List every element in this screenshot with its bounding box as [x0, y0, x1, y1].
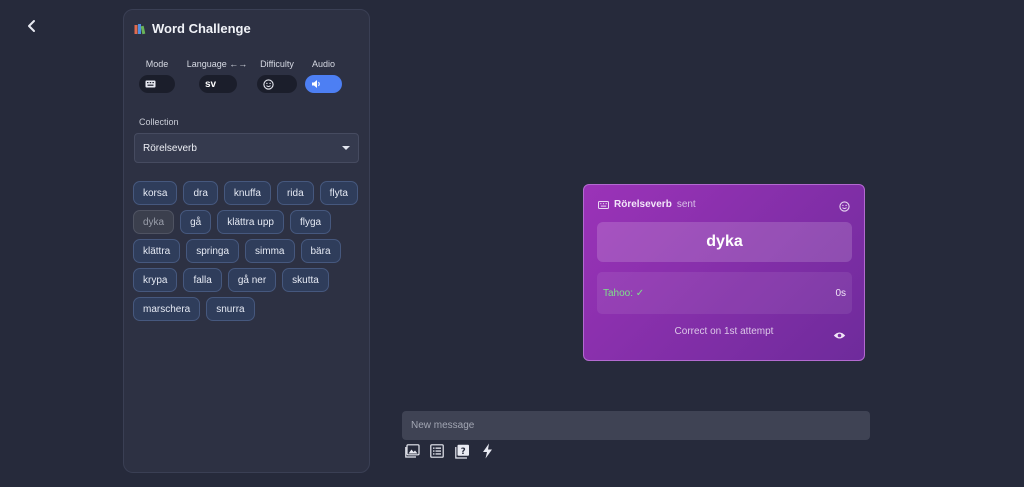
word-chip[interactable]: klättra	[133, 239, 181, 263]
result-time: 0s	[835, 287, 846, 299]
word-chip[interactable]: falla	[183, 268, 222, 292]
composer-toolbar: ?	[404, 443, 495, 459]
language-label: Language ←→	[186, 59, 248, 69]
language-control: Language ←→ sv	[185, 59, 249, 93]
audio-control: Audio	[305, 59, 342, 93]
difficulty-control: Difficulty	[257, 59, 297, 93]
mode-toggle[interactable]	[139, 75, 175, 93]
mode-label: Mode	[145, 59, 169, 69]
eye-icon[interactable]	[833, 327, 846, 345]
smiley-icon	[839, 199, 850, 217]
word-chip[interactable]: rida	[276, 181, 314, 205]
word-chip[interactable]: skutta	[282, 268, 329, 292]
books-icon	[134, 23, 146, 34]
chevron-left-icon	[28, 20, 35, 32]
collection-selected: Rörelseverb	[143, 142, 197, 154]
card-footer-text: Correct on 1st attempt	[674, 326, 774, 337]
word-list: korsa dra knuffa rida flyta dyka gå klättra upp…	[133, 181, 363, 321]
panel-title-text: Word Challenge	[152, 21, 251, 36]
word-chip[interactable]: gå	[180, 210, 212, 234]
panel-title: Word Challenge	[134, 21, 251, 36]
keyboard-icon	[145, 80, 156, 88]
word-chip[interactable]: flyta	[319, 181, 358, 205]
difficulty-toggle[interactable]	[257, 75, 297, 93]
message-input[interactable]	[402, 411, 870, 440]
word-chip[interactable]: flyga	[289, 210, 332, 234]
result-user: Tahoo: ✓	[603, 287, 645, 299]
result-row: Tahoo: ✓ 0s	[597, 272, 852, 314]
word-chip[interactable]: springa	[186, 239, 240, 263]
word-chip[interactable]: snurra	[206, 297, 255, 321]
speaker-icon	[312, 80, 320, 88]
collection-label: Collection	[139, 117, 179, 127]
word-challenge-panel: Word Challenge Mode Language ←→ sv Diffi…	[123, 9, 370, 473]
challenge-card: Rörelseverb sent dyka Tahoo: ✓ 0s Correc…	[583, 184, 865, 361]
list-icon[interactable]	[429, 443, 445, 459]
word-chip[interactable]: klättra upp	[217, 210, 284, 234]
word-chip[interactable]: gå ner	[227, 268, 277, 292]
mode-control: Mode	[139, 59, 175, 93]
image-icon[interactable]	[404, 443, 420, 459]
card-collection-name: Rörelseverb	[614, 199, 672, 210]
lightning-icon[interactable]	[479, 443, 495, 459]
back-button[interactable]	[22, 16, 42, 36]
svg-text:?: ?	[460, 446, 465, 456]
smiley-icon	[263, 78, 274, 90]
word-chip[interactable]: simma	[245, 239, 295, 263]
challenge-word: dyka	[597, 222, 852, 262]
word-chip[interactable]: korsa	[133, 181, 178, 205]
difficulty-label: Difficulty	[260, 59, 294, 69]
collection-select[interactable]: Rörelseverb	[134, 133, 359, 163]
chevron-down-icon	[342, 146, 350, 150]
card-sent-label: sent	[676, 199, 696, 210]
card-header: Rörelseverb sent	[598, 199, 696, 210]
word-chip[interactable]: marschera	[133, 297, 201, 321]
audio-label: Audio	[311, 59, 336, 69]
word-chip[interactable]: knuffa	[223, 181, 271, 205]
help-card-icon[interactable]: ?	[454, 443, 470, 459]
language-value: sv	[205, 78, 217, 90]
word-chip[interactable]: dyka	[133, 210, 175, 234]
word-chip[interactable]: dra	[183, 181, 218, 205]
keyboard-icon	[598, 200, 609, 209]
audio-toggle[interactable]	[305, 75, 342, 93]
language-toggle[interactable]: sv	[199, 75, 237, 93]
word-chip[interactable]: krypa	[133, 268, 178, 292]
word-chip[interactable]: bära	[300, 239, 341, 263]
